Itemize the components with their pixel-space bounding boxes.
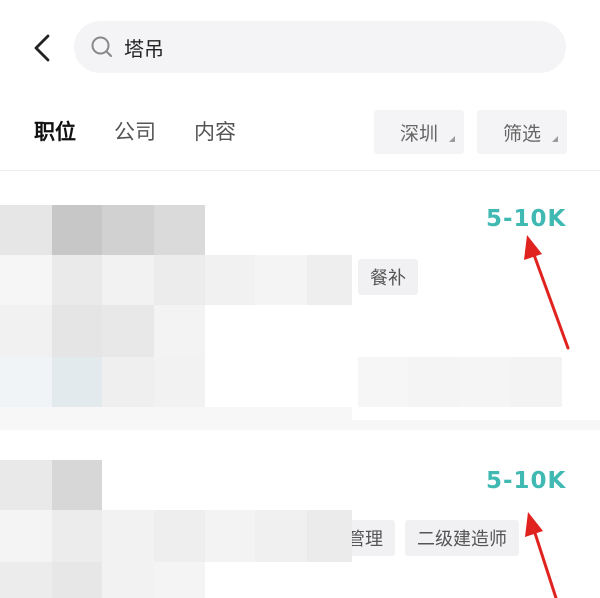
job-card[interactable]: 5-10K 餐补 [0,171,600,420]
city-filter-button[interactable]: 深圳 [374,110,464,154]
job-tag: 管理 [335,520,395,556]
tab-companies[interactable]: 公司 [114,116,156,146]
salary-label: 5-10K [486,468,567,494]
job-tag: 二级建造师 [405,520,519,556]
search-icon [90,35,114,59]
tab-jobs[interactable]: 职位 [34,116,76,146]
salary-label: 5-10K [486,206,567,232]
search-input[interactable]: 塔吊 [74,21,566,73]
card-separator [0,420,600,430]
filter-label: 筛选 [502,122,541,145]
city-filter-label: 深圳 [399,122,438,145]
search-query: 塔吊 [124,36,164,61]
dropdown-corner-icon [449,136,455,142]
back-button[interactable] [26,30,58,66]
chevron-left-icon [34,34,50,62]
job-tag: 餐补 [358,259,418,295]
dropdown-corner-icon [552,136,558,142]
tab-content[interactable]: 内容 [194,116,236,146]
job-card[interactable]: 5-10K 管理 二级建造师 [0,430,600,598]
filter-button[interactable]: 筛选 [477,110,567,154]
